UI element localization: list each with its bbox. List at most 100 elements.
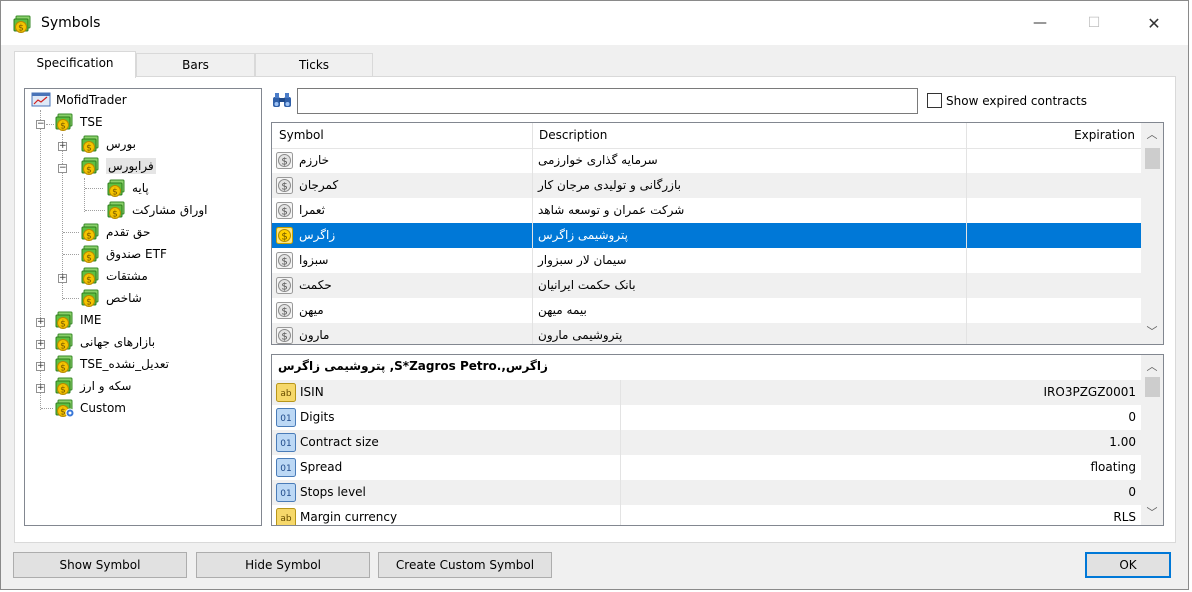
property-value: 0 xyxy=(1128,410,1136,424)
column-divider[interactable] xyxy=(532,123,533,344)
table-row[interactable]: مارون پتروشیمی مارون xyxy=(272,323,1141,344)
scroll-up-arrow-icon[interactable]: ︿ xyxy=(1141,357,1163,377)
search-input[interactable] xyxy=(297,88,918,114)
expand-icon[interactable]: + xyxy=(36,384,45,393)
description-cell: شرکت عمران و توسعه شاهد xyxy=(538,203,685,217)
collapse-icon[interactable]: − xyxy=(58,164,67,173)
tree-node-label: IME xyxy=(80,313,102,327)
tree-node-label: Custom xyxy=(80,401,126,415)
table-row[interactable]: کمرجان بازرگانی و تولیدی مرجان کار xyxy=(272,173,1141,198)
column-divider xyxy=(620,455,621,480)
property-name: Spread xyxy=(300,460,343,474)
binoculars-icon[interactable] xyxy=(272,91,292,109)
tree-root[interactable]: MofidTrader xyxy=(31,90,127,110)
table-row[interactable]: خارزم سرمایه گذاری خوارزمی xyxy=(272,148,1141,173)
tree-guide-line xyxy=(85,188,103,189)
folder-icon xyxy=(81,266,101,286)
table-row[interactable]: حکمت بانک حکمت ایرانیان xyxy=(272,273,1141,298)
property-row[interactable]: 01 Stops level 0 xyxy=(272,480,1141,505)
table-scrollbar[interactable]: ︿ ﹀ xyxy=(1141,123,1163,344)
scroll-down-arrow-icon[interactable]: ﹀ xyxy=(1141,322,1163,342)
scrollbar-thumb[interactable] xyxy=(1145,148,1160,169)
symbols-table[interactable]: Symbol Description Expiration خارزم سرما… xyxy=(271,122,1164,345)
tree-guide-line xyxy=(63,254,79,255)
tree-node-etf[interactable]: صندوق ETF xyxy=(81,244,167,264)
column-divider[interactable] xyxy=(966,123,967,344)
show-expired-label[interactable]: Show expired contracts xyxy=(946,94,1087,108)
symbol-properties[interactable]: پتروشیمی زاگرس ,S*Zagros Petro.,زاگرس ab… xyxy=(271,354,1164,526)
expand-icon[interactable]: + xyxy=(58,142,67,151)
property-row[interactable]: 01 Spread floating xyxy=(272,455,1141,480)
ok-button[interactable]: OK xyxy=(1085,552,1171,578)
scrollbar-thumb[interactable] xyxy=(1145,377,1160,397)
tab-specification[interactable]: Specification xyxy=(14,51,136,78)
expand-icon[interactable]: + xyxy=(36,340,45,349)
table-row[interactable]: میهن بیمه میهن xyxy=(272,298,1141,323)
tab-bars[interactable]: Bars xyxy=(136,53,255,77)
tree-node-tse-unadjusted[interactable]: TSE_تعدیل_نشده xyxy=(55,354,169,374)
tree-node-label: فرابورس xyxy=(106,158,156,174)
table-row[interactable]: ثعمرا شرکت عمران و توسعه شاهد xyxy=(272,198,1141,223)
tree-guide-line xyxy=(63,232,79,233)
properties-title: پتروشیمی زاگرس ,S*Zagros Petro.,زاگرس xyxy=(278,359,548,373)
symbol-icon xyxy=(276,302,293,319)
show-symbol-button[interactable]: Show Symbol xyxy=(13,552,187,578)
folder-icon xyxy=(107,200,127,220)
svg-text:01: 01 xyxy=(280,439,291,449)
show-expired-checkbox[interactable] xyxy=(927,93,942,108)
tree-guide-line xyxy=(41,408,53,409)
tree-node-label: بازارهای جهانی xyxy=(80,335,156,349)
numeric-property-icon: 01 xyxy=(276,408,296,427)
tree-node-bonds[interactable]: اوراق مشارکت xyxy=(107,200,207,220)
tree-node-tse[interactable]: TSE xyxy=(55,112,103,132)
symbol-cell: خارزم xyxy=(299,153,330,167)
tree-node-farabourse[interactable]: فرابورس xyxy=(81,156,156,176)
column-header-expiration[interactable]: Expiration xyxy=(1074,123,1135,148)
symbol-tree[interactable]: MofidTrader − TSE + بورس − فرابورس پایه … xyxy=(24,88,262,526)
tree-node-ime[interactable]: IME xyxy=(55,310,101,330)
tree-node-label: شاخص xyxy=(106,291,142,305)
title-bar[interactable]: Symbols — ☐ ✕ xyxy=(1,1,1188,45)
close-button[interactable]: ✕ xyxy=(1131,1,1177,45)
scroll-down-arrow-icon[interactable]: ﹀ xyxy=(1141,503,1163,523)
property-row[interactable]: 01 Digits 0 xyxy=(272,405,1141,430)
tree-node-coin-currency[interactable]: سکه و ارز xyxy=(55,376,131,396)
symbol-icon xyxy=(276,177,293,194)
properties-scrollbar[interactable]: ︿ ﹀ xyxy=(1141,355,1163,525)
tab-ticks[interactable]: Ticks xyxy=(255,53,373,77)
numeric-property-icon: 01 xyxy=(276,458,296,477)
create-custom-symbol-button[interactable]: Create Custom Symbol xyxy=(378,552,552,578)
symbol-cell: کمرجان xyxy=(299,178,339,192)
expand-icon[interactable]: + xyxy=(36,362,45,371)
collapse-icon[interactable]: − xyxy=(36,120,45,129)
symbol-cell: حکمت xyxy=(299,278,332,292)
column-header-symbol[interactable]: Symbol xyxy=(279,123,324,148)
hide-symbol-button[interactable]: Hide Symbol xyxy=(196,552,370,578)
table-row[interactable]: سبزوا سیمان لار سبزوار xyxy=(272,248,1141,273)
maximize-button[interactable]: ☐ xyxy=(1071,1,1117,45)
tree-node-custom[interactable]: Custom xyxy=(55,398,126,418)
table-row-selected[interactable]: زاگرس پتروشیمی زاگرس xyxy=(272,223,1141,248)
terminal-icon xyxy=(31,92,51,107)
expand-icon[interactable]: + xyxy=(58,274,67,283)
folder-icon xyxy=(55,112,75,132)
tree-node-bourse[interactable]: بورس xyxy=(81,134,136,154)
tree-node-label: حق تقدم xyxy=(106,225,151,239)
expand-icon[interactable]: + xyxy=(36,318,45,327)
numeric-property-icon: 01 xyxy=(276,483,296,502)
property-row[interactable]: 01 Contract size 1.00 xyxy=(272,430,1141,455)
scroll-up-arrow-icon[interactable]: ︿ xyxy=(1141,125,1163,145)
column-divider xyxy=(620,405,621,430)
tree-node-derivatives[interactable]: مشتقات xyxy=(81,266,148,286)
tree-node-paye[interactable]: پایه xyxy=(107,178,149,198)
property-row[interactable]: ab ISIN IRO3PZGZ0001 xyxy=(272,380,1141,405)
tree-node-rights[interactable]: حق تقدم xyxy=(81,222,150,242)
minimize-button[interactable]: — xyxy=(1017,1,1063,45)
tree-node-global-markets[interactable]: بازارهای جهانی xyxy=(55,332,155,352)
property-row[interactable]: ab Margin currency RLS xyxy=(272,505,1141,525)
column-header-description[interactable]: Description xyxy=(539,123,607,148)
symbol-icon xyxy=(276,152,293,169)
svg-text:ab: ab xyxy=(280,389,292,399)
tree-node-index[interactable]: شاخص xyxy=(81,288,142,308)
svg-text:01: 01 xyxy=(280,464,291,474)
